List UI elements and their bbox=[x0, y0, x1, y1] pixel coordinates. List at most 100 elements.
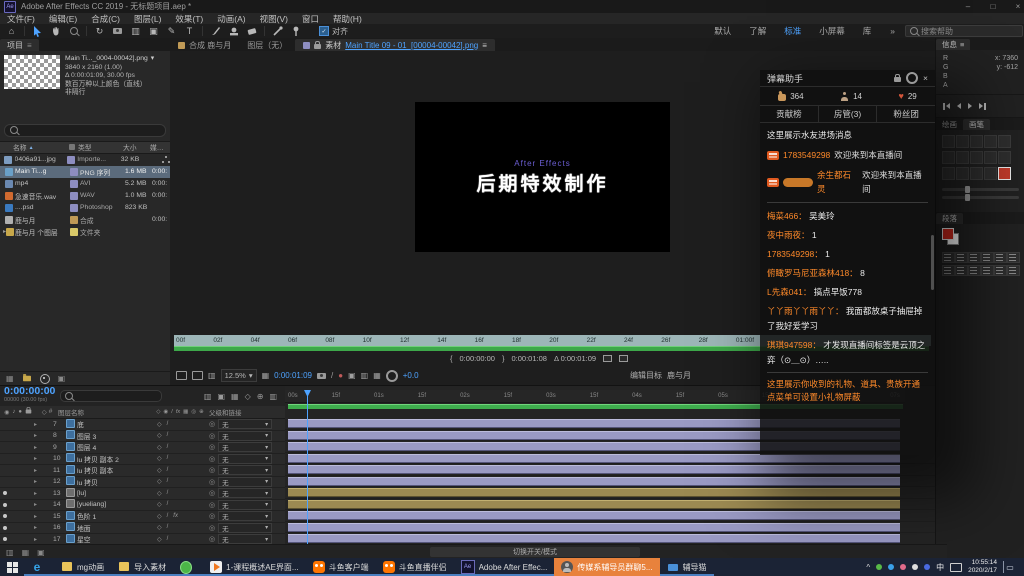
workspace-tab[interactable]: 库 bbox=[854, 25, 881, 37]
tray-app-icon[interactable] bbox=[912, 564, 918, 570]
layer-name[interactable]: 星空 bbox=[77, 534, 157, 544]
workspace-tab[interactable]: 了解 bbox=[740, 25, 775, 37]
layer-duration-bar[interactable] bbox=[288, 477, 900, 486]
quality-slash-icon[interactable] bbox=[167, 501, 169, 508]
visibility-toggle[interactable] bbox=[0, 457, 10, 461]
username[interactable]: 俯瞰罗马尼亚森林418： bbox=[767, 268, 858, 278]
expand-inout-icon[interactable] bbox=[37, 548, 45, 557]
quality-slash-icon[interactable] bbox=[167, 490, 169, 497]
brush-preset[interactable] bbox=[942, 135, 955, 148]
label-color-swatch[interactable] bbox=[67, 156, 75, 164]
visibility-toggle[interactable] bbox=[0, 422, 10, 426]
menu-item[interactable]: 文件(F) bbox=[0, 13, 42, 25]
username[interactable]: 琪琪947598： bbox=[767, 340, 821, 350]
visibility-toggle[interactable] bbox=[0, 537, 10, 541]
layer-name[interactable]: [yueliang] bbox=[77, 501, 157, 508]
workspace-overflow-icon[interactable] bbox=[881, 26, 904, 36]
hide-shy-layers-icon[interactable] bbox=[231, 392, 239, 401]
brush-preset[interactable] bbox=[984, 135, 997, 148]
draft-3d-icon[interactable] bbox=[217, 392, 225, 401]
tab-layer[interactable]: 图层（无） bbox=[239, 39, 295, 51]
project-row[interactable]: mp4 AVI 5.2 MB 0:00: bbox=[0, 178, 170, 190]
project-row[interactable]: Main Ti...g PNG 序列 1.6 MB 0:00: bbox=[0, 166, 170, 178]
expand-icon[interactable] bbox=[34, 490, 42, 497]
workspace-tab[interactable]: 标准 bbox=[775, 25, 810, 37]
expand-icon[interactable] bbox=[34, 467, 42, 474]
expand-icon[interactable] bbox=[34, 524, 42, 531]
taskbar-item[interactable]: 传媒系辅导员群聊5... bbox=[554, 558, 659, 576]
quality-slash-icon[interactable] bbox=[167, 513, 169, 520]
close-icon[interactable] bbox=[923, 73, 928, 83]
audio-column-icon[interactable] bbox=[12, 409, 15, 416]
quality-slash-icon[interactable] bbox=[167, 455, 169, 462]
gear-icon[interactable] bbox=[386, 370, 398, 382]
expand-icon[interactable] bbox=[34, 478, 42, 485]
taskbar-item[interactable]: 斗鱼直播伴侣 bbox=[376, 558, 454, 576]
roi-icon[interactable] bbox=[361, 371, 369, 380]
parent-select[interactable]: 无 bbox=[218, 500, 272, 510]
clone-stamp-tool-icon[interactable] bbox=[225, 25, 242, 38]
align-toggle[interactable]: 对齐 bbox=[319, 26, 348, 37]
resolution-icon[interactable] bbox=[348, 371, 356, 380]
taskbar-item[interactable]: 斗鱼客户端 bbox=[306, 558, 376, 576]
ime-language-indicator[interactable]: 中 bbox=[936, 562, 944, 573]
visibility-toggle[interactable] bbox=[0, 514, 10, 518]
exposure-value[interactable]: +0.0 bbox=[403, 371, 419, 380]
brush-preset[interactable] bbox=[942, 167, 955, 180]
username[interactable]: 1783549298 bbox=[783, 148, 830, 162]
layer-row[interactable]: 14 [yueliang] 无 bbox=[0, 500, 285, 512]
quality-slash-icon[interactable] bbox=[167, 478, 169, 485]
username[interactable]: 夜中雨夜： bbox=[767, 230, 810, 240]
parent-select[interactable]: 无 bbox=[218, 523, 272, 533]
layer-name[interactable]: 图层 3 bbox=[77, 431, 157, 441]
tab-footage[interactable]: 素材 Main Title 09 - 01_[00004-00042].png bbox=[295, 39, 495, 51]
visibility-toggle[interactable] bbox=[0, 480, 10, 484]
lock-column-icon[interactable] bbox=[26, 409, 32, 413]
align-button[interactable] bbox=[968, 265, 981, 276]
expand-icon[interactable] bbox=[34, 513, 42, 520]
project-row[interactable]: ....psd Photoshop 823 KB bbox=[0, 202, 170, 214]
align-button[interactable] bbox=[981, 265, 994, 276]
edit-target-value[interactable]: 鹿与月 bbox=[667, 370, 691, 381]
label-color-swatch[interactable] bbox=[70, 168, 78, 176]
home-icon[interactable] bbox=[3, 25, 20, 38]
visibility-toggle[interactable] bbox=[0, 445, 10, 449]
layer-row[interactable]: 16 地面 无 bbox=[0, 523, 285, 535]
align-button[interactable] bbox=[981, 252, 994, 263]
align-button[interactable] bbox=[994, 252, 1007, 263]
parent-select[interactable]: 无 bbox=[218, 454, 272, 464]
project-list-header[interactable]: 名称 类型 大小 媒体持 bbox=[0, 141, 170, 154]
quality-slash-icon[interactable] bbox=[167, 467, 169, 474]
hand-tool-icon[interactable] bbox=[47, 25, 64, 38]
last-frame-button[interactable] bbox=[979, 103, 986, 110]
new-folder-icon[interactable] bbox=[23, 376, 31, 382]
shy-switch-icon[interactable] bbox=[156, 409, 160, 415]
align-button[interactable] bbox=[955, 252, 968, 263]
layer-name[interactable]: lu 拷贝 bbox=[77, 477, 157, 487]
eraser-tool-icon[interactable] bbox=[243, 25, 260, 38]
shape-tool-icon[interactable] bbox=[145, 25, 162, 38]
channels-icon[interactable] bbox=[338, 371, 343, 380]
menu-item[interactable]: 窗口 bbox=[295, 13, 326, 25]
menu-item[interactable]: 帮助(H) bbox=[326, 13, 369, 25]
layer-name[interactable]: lu 拷贝 副本 bbox=[77, 465, 157, 475]
ripple-insert-edit-icon[interactable] bbox=[603, 355, 612, 362]
interpret-footage-icon[interactable] bbox=[6, 374, 14, 383]
brush-preset[interactable] bbox=[942, 151, 955, 164]
graph-editor-icon[interactable] bbox=[269, 392, 277, 401]
layer-name[interactable]: lu 拷贝 副本 2 bbox=[77, 454, 157, 464]
quality-toggle-icon[interactable] bbox=[157, 444, 162, 451]
camera-tool-icon[interactable] bbox=[109, 25, 126, 38]
quality-toggle-icon[interactable] bbox=[157, 467, 162, 474]
expand-layer-switches-icon[interactable] bbox=[6, 548, 14, 557]
layer-row[interactable]: 9 图层 4 无 bbox=[0, 442, 285, 454]
tray-app-icon[interactable] bbox=[924, 564, 930, 570]
lock-icon[interactable] bbox=[314, 44, 321, 49]
username[interactable]: 1783549298： bbox=[767, 249, 823, 259]
tray-app-icon[interactable] bbox=[900, 564, 906, 570]
magnification-select[interactable]: 12.5% bbox=[221, 369, 257, 382]
layer-duration-bar[interactable] bbox=[288, 500, 900, 509]
pickwhip-icon[interactable] bbox=[209, 535, 215, 543]
brush-preset[interactable] bbox=[956, 151, 969, 164]
pickwhip-icon[interactable] bbox=[209, 512, 215, 520]
